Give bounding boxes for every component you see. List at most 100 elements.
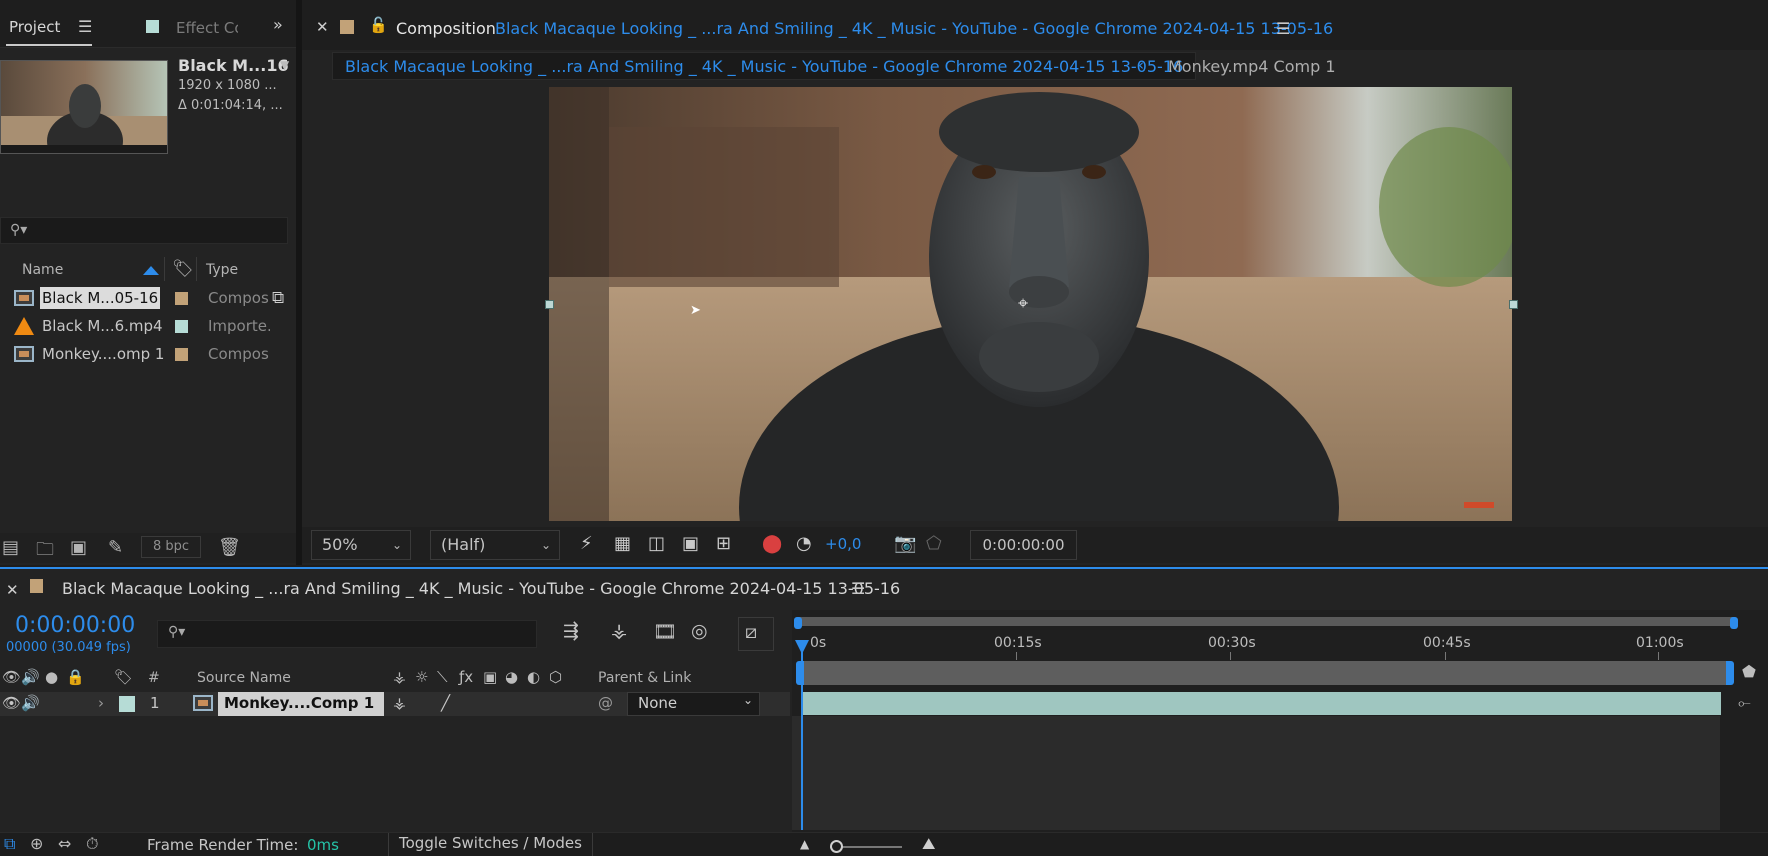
tab-effect-controls[interactable]: Effect Co (176, 19, 238, 37)
layer-handle-right[interactable] (1509, 300, 1518, 309)
time-navigator-bar[interactable] (796, 661, 1734, 685)
search-icon[interactable]: ⚲▾ (10, 222, 27, 238)
layer-name[interactable]: Monkey....Comp 1 (218, 692, 384, 716)
column-type-header[interactable]: Type (206, 262, 238, 278)
quality-switch-icon[interactable]: ╱ (441, 694, 450, 712)
shy-switch-icon[interactable]: ⚶ (393, 694, 406, 712)
layer-end-icon[interactable]: ⟜ (1738, 693, 1751, 713)
effects-fx-icon[interactable]: ƒx (459, 668, 473, 686)
resolution-dropdown[interactable]: (Half) ⌄ (430, 530, 560, 560)
playhead-line[interactable] (801, 640, 803, 830)
show-channel-icon[interactable]: ⬤ (762, 533, 782, 554)
hide-shy-layers-icon[interactable]: 🎞 (653, 620, 677, 643)
reset-exposure-icon[interactable]: ◔ (796, 533, 812, 554)
work-area-end-handle[interactable] (1730, 617, 1738, 629)
trash-icon[interactable]: 🗑 (218, 537, 241, 558)
solo-icon[interactable]: ● (45, 668, 58, 686)
adjustment-layer-icon[interactable]: ◐ (527, 668, 540, 686)
close-icon[interactable]: ✕ (6, 581, 19, 599)
fast-previews-icon[interactable]: ⚡ (580, 533, 593, 554)
expand-layer-chevron-icon[interactable]: › (98, 694, 104, 712)
region-of-interest-icon[interactable]: ▣ (682, 533, 699, 554)
label-swatch[interactable] (175, 292, 188, 305)
label-swatch[interactable] (175, 348, 188, 361)
transfer-controls-icon[interactable]: ⇔ (58, 834, 71, 853)
layer-number-header[interactable]: # (148, 670, 160, 686)
layer-switches-icon[interactable]: ⊕ (30, 834, 43, 853)
composition-name[interactable]: Black Macaque Looking _ ...ra And Smilin… (495, 19, 1333, 38)
eye-icon[interactable]: 👁 (2, 668, 21, 686)
composition-flowchart-icon[interactable]: ⇶ (563, 620, 579, 642)
motion-blur-icon[interactable]: ◕ (505, 668, 518, 686)
comp-breadcrumb-active[interactable]: Black Macaque Looking _ ...ra And Smilin… (332, 52, 1197, 80)
column-name-header[interactable]: Name (22, 262, 63, 278)
panel-menu-icon[interactable]: ☰ (851, 579, 865, 598)
work-area-bar[interactable] (796, 617, 1736, 626)
show-snapshot-icon[interactable]: ⬠ (926, 533, 942, 554)
layer-label-swatch[interactable] (119, 696, 135, 712)
frame-blending-switch-icon[interactable]: ▣ (483, 668, 497, 686)
column-divider[interactable] (164, 257, 165, 281)
panel-menu-icon[interactable]: ☰ (1276, 19, 1290, 38)
3d-layer-icon[interactable]: ⬡ (549, 668, 562, 686)
tab-project[interactable]: Project (9, 18, 60, 36)
source-name-header[interactable]: Source Name (197, 670, 291, 686)
new-composition-icon[interactable]: ▣ (70, 537, 87, 558)
audio-icon[interactable]: 🔊 (21, 694, 40, 712)
work-area-start-handle[interactable] (794, 617, 802, 629)
project-search-input[interactable] (0, 217, 288, 244)
timeline-tab-title[interactable]: Black Macaque Looking _ ...ra And Smilin… (62, 579, 900, 598)
anchor-point-icon[interactable]: ⌖ (1018, 293, 1028, 314)
label-column-tag-icon[interactable]: 🏷 (172, 259, 194, 279)
chevron-down-icon[interactable]: ▼ (280, 58, 289, 72)
shy-switch-icon[interactable]: ⚶ (393, 668, 406, 686)
grid-guide-options-icon[interactable]: ⊞ (716, 533, 731, 554)
column-divider[interactable] (196, 257, 197, 281)
toggle-switches-modes-button[interactable]: Toggle Switches / Modes (388, 833, 593, 856)
playhead-indicator[interactable] (795, 640, 809, 654)
comp-breadcrumb-next[interactable]: Monkey.mp4 Comp 1 (1168, 57, 1336, 76)
zoom-in-icon[interactable]: ⛰ (922, 834, 935, 854)
project-item-row[interactable]: Monkey....omp 1 Composi (0, 341, 296, 369)
render-queue-icon[interactable]: ⧉ (4, 834, 15, 854)
current-timecode[interactable]: 0:00:00:00 (15, 613, 135, 638)
current-time-display[interactable]: 0:00:00:00 (970, 530, 1077, 560)
bit-depth-button[interactable]: 8 bpc (141, 536, 201, 558)
quality-switch-icon[interactable]: ⟍ (437, 668, 448, 686)
frame-blending-icon[interactable]: ◎ (691, 620, 708, 642)
camera-snapshot-icon[interactable]: 📷 (894, 533, 916, 554)
exposure-value[interactable]: +0,0 (825, 535, 861, 553)
transparency-grid-icon[interactable]: ▦ (614, 533, 631, 554)
parent-dropdown[interactable]: None ⌄ (627, 692, 760, 716)
close-icon[interactable]: ✕ (316, 18, 329, 36)
draft-3d-icon[interactable]: ⚶ (611, 620, 627, 642)
magnification-dropdown[interactable]: 50% ⌄ (311, 530, 411, 560)
panel-menu-icon[interactable]: ☰ (78, 17, 92, 36)
eye-icon[interactable]: 👁 (2, 694, 21, 712)
sort-ascending-icon[interactable] (143, 266, 159, 275)
lock-icon[interactable]: 🔒 (66, 668, 85, 686)
interpret-footage-icon[interactable]: ▤ (2, 537, 19, 558)
search-icon[interactable]: ⚲▾ (168, 624, 185, 640)
pick-whip-icon[interactable]: @ (598, 694, 613, 712)
in-out-duration-icon[interactable]: ⏱ (86, 834, 98, 854)
project-item-row[interactable]: Black M...05-16 Composi (0, 285, 296, 313)
layer-handle-left[interactable] (545, 300, 554, 309)
adjust-project-settings-icon[interactable]: ✎ (108, 537, 123, 558)
label-tag-icon[interactable]: 🏷 (114, 668, 133, 686)
comp-marker-bin-icon[interactable]: ⬟ (1742, 662, 1756, 681)
empty-track-area[interactable] (792, 716, 1720, 830)
mask-path-visibility-icon[interactable]: ◫ (648, 533, 665, 554)
audio-icon[interactable]: 🔊 (21, 668, 40, 686)
zoom-slider-knob[interactable] (830, 840, 843, 853)
parent-link-header[interactable]: Parent & Link (598, 670, 691, 686)
lock-icon[interactable]: 🔓 (369, 16, 388, 34)
project-item-row[interactable]: Black M...6.mp4 Importe. (0, 313, 296, 341)
new-folder-icon[interactable]: 🗀 (36, 537, 54, 567)
collapse-transform-icon[interactable]: ☼ (415, 668, 428, 686)
flowchart-icon[interactable]: ⧉ (272, 288, 284, 308)
label-swatch[interactable] (175, 320, 188, 333)
layer-duration-bar[interactable] (803, 692, 1721, 715)
more-tabs-chevron-icon[interactable]: » (273, 15, 283, 34)
timeline-search-input[interactable] (157, 620, 537, 648)
